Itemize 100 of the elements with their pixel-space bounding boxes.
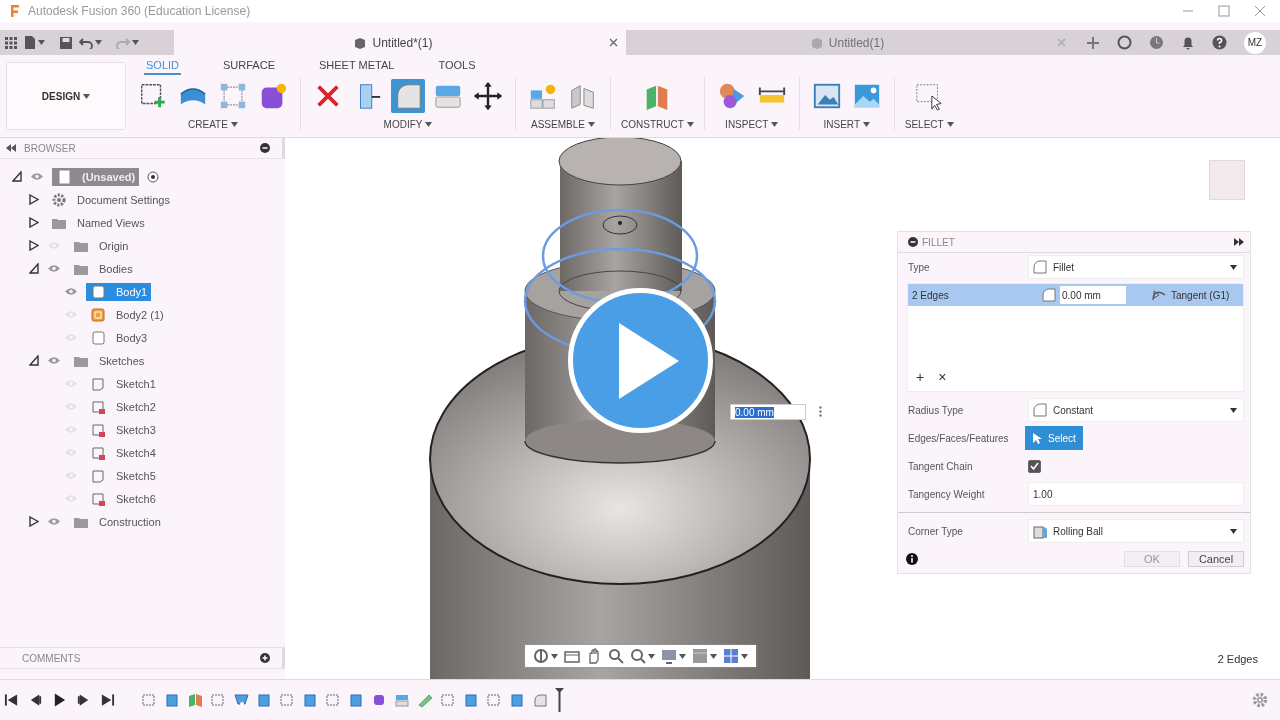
clock-icon[interactable] — [1149, 35, 1164, 50]
caret-icon[interactable] — [710, 653, 717, 659]
checkbox[interactable] — [1028, 459, 1041, 473]
caret-icon[interactable] — [132, 40, 139, 45]
skip-to-start-icon[interactable] — [4, 692, 19, 708]
timeline-extrude-icon[interactable] — [348, 692, 364, 708]
minus-circle-icon[interactable] — [908, 237, 918, 247]
tree-item[interactable]: Named Views — [47, 213, 149, 232]
collapse-icon[interactable] — [6, 144, 16, 152]
group-menu-button[interactable]: INSPECT — [725, 119, 779, 130]
collapsed-triangle-icon[interactable] — [29, 217, 39, 228]
zoom-window-icon[interactable] — [630, 648, 646, 664]
document-tab[interactable]: Untitled*(1) — [174, 30, 626, 55]
eye-icon[interactable] — [30, 172, 44, 181]
corner-type-dropdown[interactable]: Rolling Ball — [1028, 519, 1244, 543]
minus-circle-icon[interactable] — [260, 143, 270, 153]
add-button[interactable]: + — [916, 369, 925, 385]
tree-item[interactable]: Sketch5 — [86, 466, 160, 485]
caret-icon[interactable] — [425, 122, 433, 127]
caret-icon[interactable] — [686, 122, 694, 127]
select-button[interactable]: Select — [1025, 426, 1083, 450]
ribbon-tab[interactable]: SURFACE — [221, 57, 277, 75]
collapsed-triangle-icon[interactable] — [29, 516, 39, 527]
tree-item[interactable]: Bodies — [69, 259, 137, 278]
timeline-extrude-icon[interactable] — [302, 692, 318, 708]
ribbon-tab[interactable]: SHEET METAL — [317, 57, 397, 75]
remove-button[interactable]: × — [938, 369, 947, 385]
radio-target-icon[interactable] — [147, 170, 160, 183]
user-avatar[interactable]: MZ — [1244, 31, 1266, 54]
caret-icon[interactable] — [587, 122, 595, 127]
continuity-dropdown[interactable]: Tangent (G1) — [1151, 288, 1230, 302]
help-icon[interactable] — [1212, 35, 1227, 50]
input-field[interactable]: 1.00 — [1028, 482, 1244, 506]
caret-icon[interactable] — [551, 653, 558, 659]
look-at-icon[interactable] — [564, 648, 580, 664]
eye-icon[interactable] — [47, 517, 61, 526]
app-grid-icon[interactable] — [4, 35, 18, 50]
caret-icon[interactable] — [83, 93, 91, 99]
tree-item[interactable]: Origin — [69, 236, 133, 255]
caret-icon[interactable] — [946, 122, 954, 127]
caret-icon[interactable] — [648, 653, 655, 659]
caret-icon[interactable] — [38, 40, 45, 45]
timeline-combine-icon[interactable] — [394, 692, 410, 708]
settings-icon[interactable] — [1252, 692, 1268, 708]
group-menu-button[interactable]: MODIFY — [383, 119, 433, 130]
tree-item[interactable]: Body1 — [86, 282, 152, 301]
timeline-extrude-icon[interactable] — [256, 692, 272, 708]
file-icon[interactable] — [24, 35, 36, 50]
tree-item[interactable]: Construction — [69, 512, 165, 531]
save-icon[interactable] — [59, 35, 73, 50]
expand-icon[interactable] — [1234, 238, 1244, 246]
tree-item[interactable]: Body3 — [86, 328, 152, 347]
dimension-input-field[interactable]: 0.00 mm — [730, 404, 806, 420]
info-icon[interactable] — [906, 553, 918, 565]
grid-icon[interactable] — [723, 648, 739, 664]
workspace-dropdown[interactable]: DESIGN — [6, 62, 126, 130]
timeline-cube-icon[interactable] — [371, 692, 387, 708]
caret-icon[interactable] — [95, 40, 102, 45]
group-menu-button[interactable]: CREATE — [188, 119, 238, 130]
caret-icon[interactable] — [679, 653, 686, 659]
group-menu-button[interactable]: ASSEMBLE — [531, 119, 595, 130]
caret-icon[interactable] — [230, 122, 238, 127]
fillet-tool-button[interactable] — [391, 79, 425, 113]
tree-item[interactable]: Body2 (1) — [86, 305, 168, 324]
cancel-button[interactable]: Cancel — [1188, 551, 1244, 567]
display-icon[interactable] — [661, 648, 677, 664]
tree-item[interactable]: Sketch4 — [86, 443, 160, 462]
type-dropdown[interactable]: Fillet — [1028, 255, 1244, 279]
tree-item[interactable]: Sketches — [69, 351, 149, 370]
eye-icon[interactable] — [47, 356, 61, 365]
caret-icon[interactable] — [771, 122, 779, 127]
plus-icon[interactable] — [1086, 35, 1100, 50]
group-menu-button[interactable]: INSERT — [823, 119, 871, 130]
zoom-icon[interactable] — [608, 648, 624, 664]
expanded-triangle-icon[interactable] — [29, 263, 39, 274]
caret-icon[interactable] — [863, 122, 871, 127]
radius-input-field[interactable]: 0.00 mm — [1060, 286, 1126, 304]
collapsed-triangle-icon[interactable] — [29, 194, 39, 205]
tree-item[interactable]: Sketch6 — [86, 489, 160, 508]
collapsed-triangle-icon[interactable] — [29, 240, 39, 251]
expanded-triangle-icon[interactable] — [12, 171, 22, 182]
expanded-triangle-icon[interactable] — [29, 355, 39, 366]
plus-circle-icon[interactable] — [260, 653, 270, 663]
play-icon[interactable] — [52, 692, 67, 708]
edge-set-row[interactable]: 2 Edges 0.00 mm Tangent (G1) — [908, 284, 1243, 306]
tree-item[interactable]: Sketch3 — [86, 420, 160, 439]
timeline-extrude-icon[interactable] — [463, 692, 479, 708]
timeline-plane-icon[interactable] — [187, 692, 203, 708]
ribbon-tab[interactable]: TOOLS — [436, 57, 478, 75]
close-icon[interactable] — [609, 38, 618, 47]
more-icon[interactable] — [819, 406, 822, 417]
timeline-extrude-icon[interactable] — [509, 692, 525, 708]
timeline-shell-icon[interactable] — [233, 692, 249, 708]
eye-icon[interactable] — [47, 264, 61, 273]
skip-to-end-icon[interactable] — [100, 692, 115, 708]
tree-item[interactable]: Document Settings — [47, 190, 174, 209]
group-menu-button[interactable]: SELECT — [904, 119, 954, 130]
timeline-marker-icon[interactable] — [555, 688, 564, 712]
timeline-extrude-icon[interactable] — [164, 692, 180, 708]
group-menu-button[interactable]: CONSTRUCT — [621, 119, 694, 130]
